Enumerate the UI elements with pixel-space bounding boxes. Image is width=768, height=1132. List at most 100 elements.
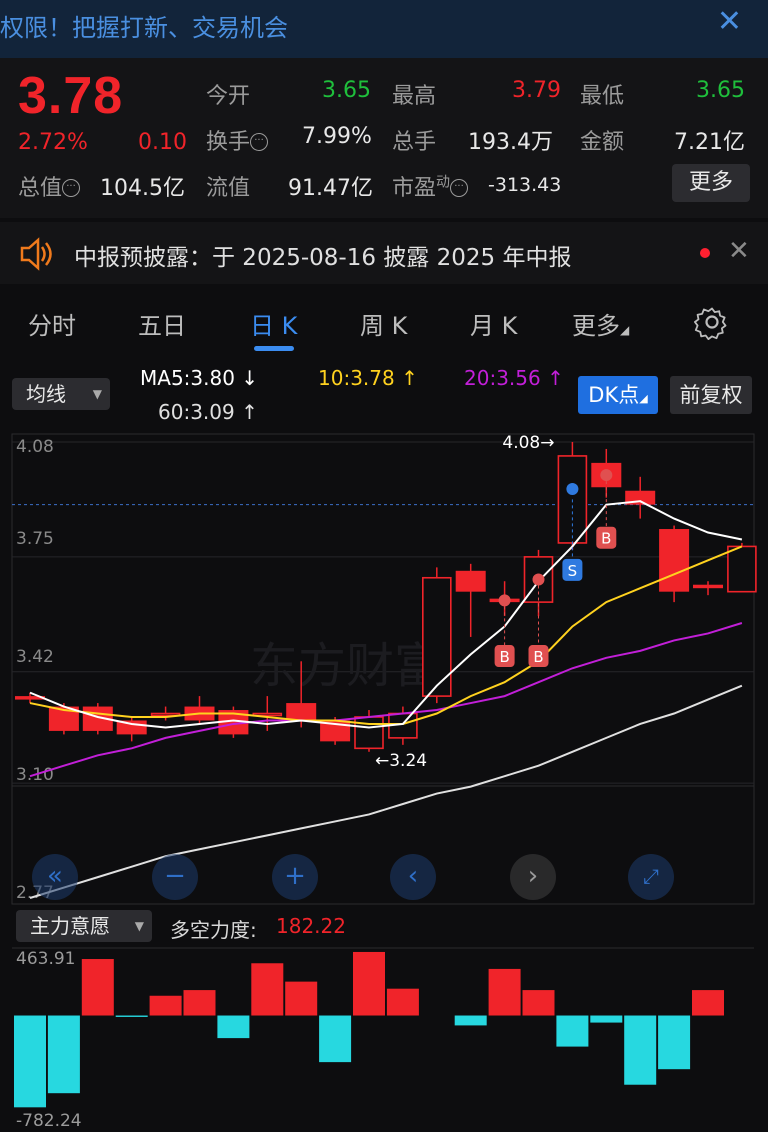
dk-marker-label: B bbox=[499, 648, 509, 666]
candle-body bbox=[727, 545, 757, 593]
chevron-down-icon: ▼ bbox=[134, 919, 144, 933]
power-bar bbox=[556, 1015, 589, 1047]
candle-body bbox=[421, 576, 452, 697]
ma20-value: 20:3.56 ↑ bbox=[464, 366, 564, 390]
pe-dynamic-sup: 动 bbox=[436, 174, 451, 191]
more-button[interactable]: 更多 bbox=[672, 164, 750, 202]
power-bar bbox=[590, 1015, 623, 1023]
power-bar bbox=[522, 990, 555, 1016]
market-cap-label-text: 总值 bbox=[18, 176, 63, 201]
turnover-value: 7.99% bbox=[302, 124, 372, 149]
promo-banner[interactable]: 权限！把握打新、交易机会 ✕ bbox=[0, 0, 768, 58]
high-annotation: 4.08→ bbox=[502, 433, 554, 453]
indicator-selector[interactable]: 均线 ▼ bbox=[12, 378, 110, 410]
ma5-value: MA5:3.80 ↓ bbox=[140, 366, 258, 390]
quote-panel: 3.78 2.72% 0.10 今开 3.65 最高 3.79 最低 3.65 … bbox=[0, 58, 768, 218]
float-cap-label: 流值 bbox=[206, 176, 251, 201]
candlestick-chart[interactable]: 东方财富4.083.753.423.102.774.08→←3.24B BSB bbox=[0, 432, 768, 908]
power-bar bbox=[47, 1015, 80, 1094]
candle-body bbox=[659, 529, 690, 592]
float-cap-value: 91.47亿 bbox=[288, 176, 373, 201]
sub-indicator-selector[interactable]: 主力意愿 ▼ bbox=[16, 910, 152, 942]
market-cap-value: 104.5亿 bbox=[100, 176, 185, 201]
turnover-label[interactable]: 换手 ··· bbox=[206, 124, 269, 156]
ma20-text: 20:3.56 bbox=[464, 366, 541, 390]
dropdown-corner-icon: ◢ bbox=[620, 323, 630, 337]
fullscreen-icon[interactable]: ⤢ bbox=[628, 854, 674, 900]
promo-banner-text: 权限！把握打新、交易机会 bbox=[0, 14, 288, 42]
high-label: 最高 bbox=[392, 84, 437, 109]
volume-value: 193.4万 bbox=[468, 130, 553, 155]
arrow-up-icon: ↑ bbox=[394, 366, 418, 390]
candle-body bbox=[455, 570, 486, 592]
last-price: 3.78 bbox=[18, 67, 124, 125]
power-bar bbox=[353, 951, 385, 1016]
candle-body bbox=[354, 716, 384, 750]
low-value: 3.65 bbox=[696, 78, 745, 103]
pe-value: -313.43 bbox=[488, 174, 562, 196]
market-cap-label[interactable]: 总值 ··· bbox=[18, 170, 81, 202]
ma10-text: 10:3.78 bbox=[318, 366, 395, 390]
y-tick-label: 4.08 bbox=[16, 437, 54, 457]
tab-daily-k[interactable]: 日 K bbox=[250, 306, 297, 341]
tab-more[interactable]: 更多◢ bbox=[572, 306, 629, 341]
dk-points-button[interactable]: DK点◢ bbox=[578, 376, 658, 414]
open-label: 今开 bbox=[206, 84, 251, 109]
dk-marker-label: B bbox=[601, 530, 611, 548]
power-histogram-chart[interactable]: 463.91 -782.24 bbox=[0, 946, 768, 1130]
notice-bar[interactable]: 中报预披露：于 2025-08-16 披露 2025 年中报 ✕ bbox=[0, 222, 768, 284]
change-amount: 0.10 bbox=[138, 130, 187, 155]
ma10-value: 10:3.78 ↑ bbox=[318, 366, 418, 390]
power-bar bbox=[386, 988, 419, 1016]
prev-icon[interactable]: ‹ bbox=[390, 854, 436, 900]
volume-label: 总手 bbox=[392, 130, 437, 155]
sub-y-min-label: -782.24 bbox=[16, 1111, 82, 1130]
info-icon[interactable]: ··· bbox=[62, 179, 81, 197]
power-bar bbox=[285, 981, 318, 1016]
close-icon[interactable]: ✕ bbox=[717, 4, 742, 39]
turnover-label-text: 换手 bbox=[206, 130, 251, 155]
indicator-selector-label: 均线 bbox=[26, 382, 66, 406]
pe-label[interactable]: 市盈动 ··· bbox=[392, 170, 469, 202]
tab-weekly-k[interactable]: 周 K bbox=[360, 306, 407, 341]
next-icon[interactable]: › bbox=[510, 854, 556, 900]
arrow-up-icon: ↑ bbox=[540, 366, 564, 390]
tab-monthly-k[interactable]: 月 K bbox=[470, 306, 517, 341]
power-bar bbox=[658, 1015, 691, 1070]
chevron-down-icon: ▼ bbox=[92, 387, 102, 401]
tab-intraday[interactable]: 分时 bbox=[28, 306, 76, 341]
power-bar bbox=[454, 1015, 487, 1026]
power-bar bbox=[692, 990, 724, 1016]
pe-label-text: 市盈 bbox=[392, 176, 437, 201]
power-bar bbox=[488, 968, 521, 1016]
low-annotation: ←3.24 bbox=[375, 751, 427, 771]
tab-more-label: 更多 bbox=[572, 312, 620, 340]
close-icon[interactable]: ✕ bbox=[728, 236, 750, 266]
amount-label: 金额 bbox=[580, 130, 625, 155]
y-tick-label: 3.42 bbox=[16, 647, 54, 667]
zoom-in-icon[interactable]: + bbox=[272, 854, 318, 900]
ma5-text: MA5:3.80 bbox=[140, 366, 235, 390]
low-label: 最低 bbox=[580, 84, 625, 109]
high-value: 3.79 bbox=[512, 78, 561, 103]
power-bar bbox=[217, 1015, 250, 1039]
power-bar bbox=[319, 1015, 352, 1063]
period-tabs: 分时 五日 日 K 周 K 月 K 更多◢ bbox=[0, 290, 768, 356]
settings-gear-icon[interactable] bbox=[694, 304, 730, 340]
rewind-icon[interactable]: « bbox=[32, 854, 78, 900]
speaker-icon bbox=[20, 237, 52, 271]
info-icon[interactable]: ··· bbox=[250, 133, 269, 151]
dropdown-corner-icon: ◢ bbox=[639, 392, 648, 405]
ma60-text: 60:3.09 bbox=[158, 400, 235, 424]
amount-value: 7.21亿 bbox=[674, 130, 745, 155]
info-icon[interactable]: ··· bbox=[450, 179, 469, 197]
zoom-out-icon[interactable]: − bbox=[152, 854, 198, 900]
ma60-value: 60:3.09 ↑ bbox=[158, 400, 258, 424]
power-bar bbox=[624, 1015, 657, 1085]
open-value: 3.65 bbox=[322, 78, 371, 103]
forward-adjust-button[interactable]: 前复权 bbox=[670, 376, 752, 414]
sub-indicator-row: 主力意愿 ▼ 多空力度: 182.22 bbox=[0, 908, 768, 946]
tab-five-day[interactable]: 五日 bbox=[138, 306, 186, 341]
dk-marker-dot bbox=[566, 482, 579, 495]
dk-points-label: DK点 bbox=[588, 383, 640, 407]
